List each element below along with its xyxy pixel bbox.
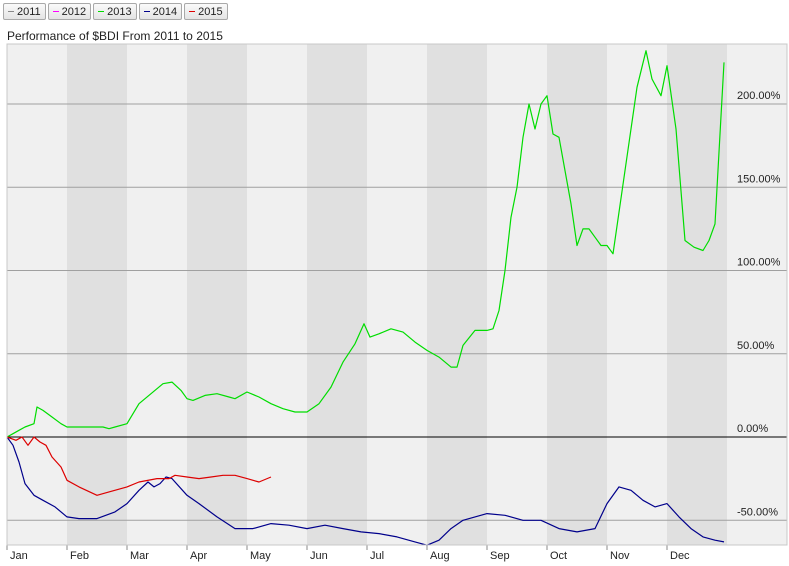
x-tick-label: Mar [130,550,149,562]
chart-plot: 200.00% 150.00% 100.00% 50.00% 0.00% -50.00% J… [6,43,788,562]
x-tick-label: Jan [10,550,28,562]
y-tick-label: 50.00% [737,340,775,352]
x-tick-label: Apr [190,550,207,562]
y-tick-label: 100.00% [737,257,781,269]
x-tick-label: Aug [430,550,450,562]
x-tick-label: May [250,550,271,562]
x-tick-label: Feb [70,550,89,562]
x-tick-label: Sep [490,550,510,562]
y-tick-label: 200.00% [737,90,781,102]
month-band [667,44,727,545]
month-band [187,44,247,545]
month-band [427,44,487,545]
month-band [547,44,607,545]
x-tick-label: Jun [310,550,328,562]
x-tick-label: Jul [370,550,384,562]
x-tick-label: Dec [670,550,690,562]
month-band [67,44,127,545]
y-tick-label: 0.00% [737,423,768,435]
y-tick-label: -50.00% [737,506,778,518]
month-band [307,44,367,545]
y-tick-label: 150.00% [737,173,781,185]
x-tick-label: Nov [610,550,630,562]
x-tick-label: Oct [550,550,567,562]
